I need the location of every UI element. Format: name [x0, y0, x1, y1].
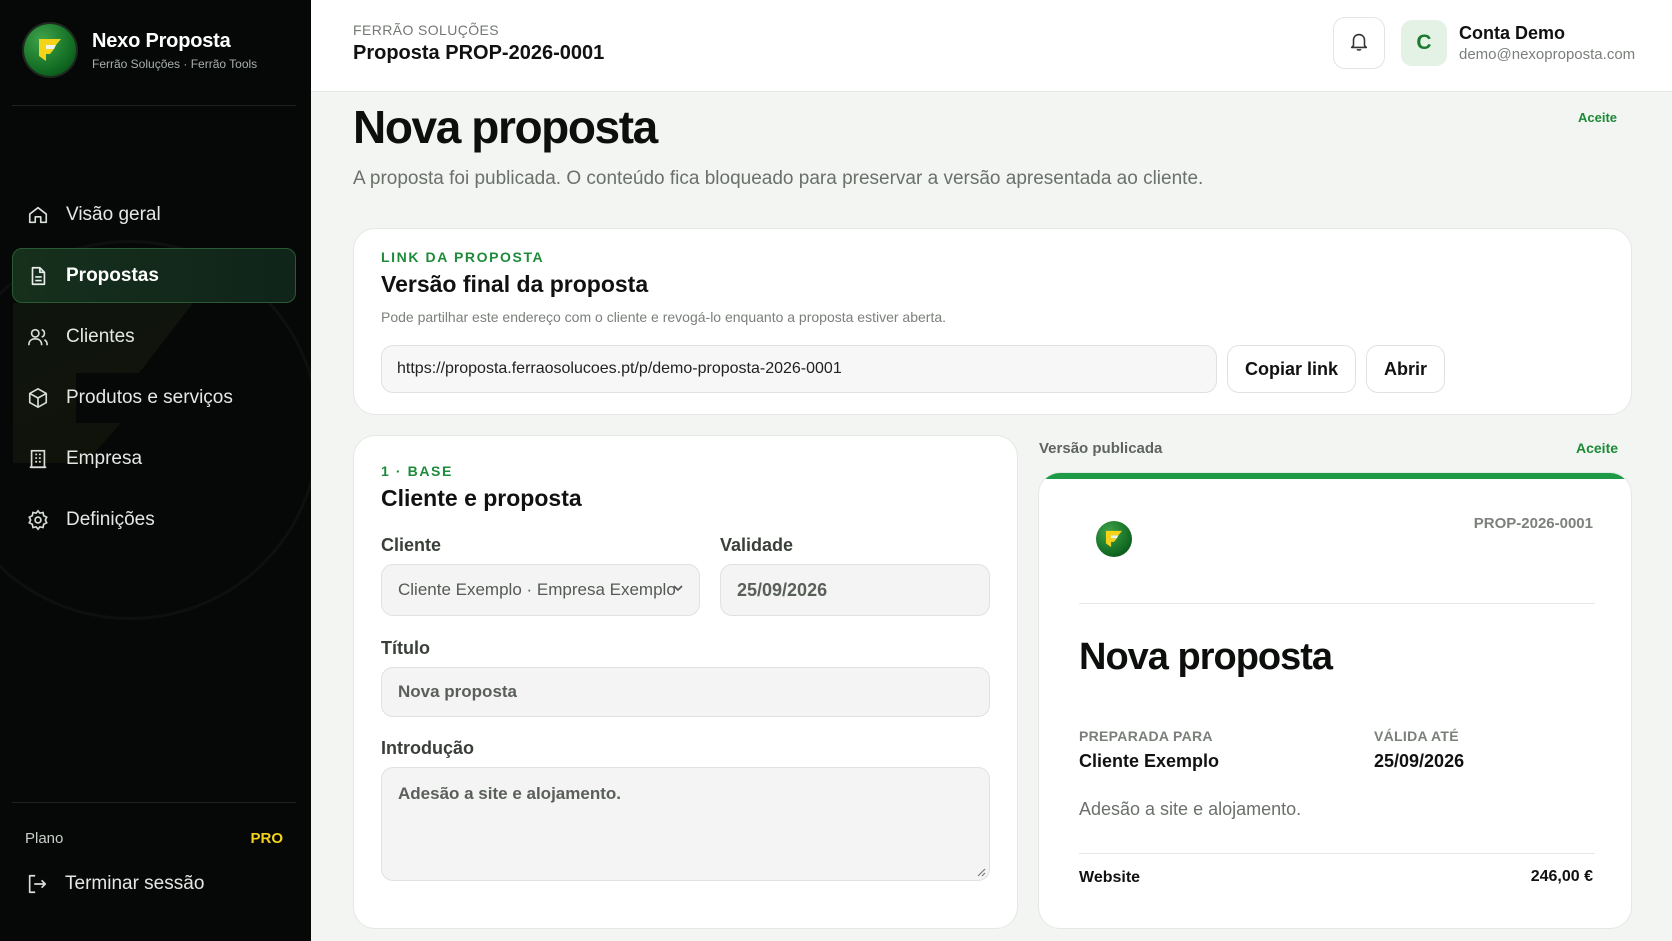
header-proposal-title: Proposta PROP-2026-0001 [353, 42, 605, 64]
document-icon [26, 264, 50, 288]
sidebar-item-label: Propostas [66, 264, 159, 286]
preview-divider [1079, 603, 1595, 604]
proposal-url-input[interactable] [381, 345, 1217, 393]
brand-subtitle: Ferrão Soluções · Ferrão Tools [92, 56, 258, 71]
plan-info: Plano PRO [25, 830, 283, 847]
status-badge: Aceite [1578, 110, 1618, 125]
gear-icon [26, 508, 50, 532]
sidebar-item-label: Clientes [66, 325, 135, 347]
sidebar-item-definicoes[interactable]: Definições [12, 492, 296, 547]
prepared-for-label: PREPARADA PARA [1079, 728, 1213, 744]
sidebar-item-propostas[interactable]: Propostas [12, 248, 296, 303]
link-row: Copiar link Abrir [381, 345, 1446, 393]
sidebar-item-visao-geral[interactable]: Visão geral [12, 187, 296, 242]
chevron-down-icon [671, 580, 685, 600]
validity-label: Validade [720, 535, 794, 555]
company-name: FERRÃO SOLUÇÕES [353, 22, 500, 38]
sidebar-item-produtos[interactable]: Produtos e serviços [12, 370, 296, 425]
page-subtitle: A proposta foi publicada. O conteúdo fic… [353, 168, 1204, 189]
intro-textarea[interactable]: Adesão a site e alojamento. [381, 767, 990, 881]
prepared-for-value: Cliente Exemplo [1079, 751, 1220, 771]
avatar[interactable]: C [1401, 20, 1447, 66]
base-card-eyebrow: 1 · BASE [381, 463, 453, 479]
copy-link-button[interactable]: Copiar link [1227, 345, 1357, 393]
sidebar-item-empresa[interactable]: Empresa [12, 431, 296, 486]
brand-title: Nexo Proposta [92, 29, 231, 52]
logout-button[interactable]: Terminar sessão [25, 872, 204, 896]
logout-icon [25, 872, 49, 896]
page-title: Nova proposta [353, 101, 658, 153]
sidebar-divider [12, 105, 296, 106]
title-label: Título [381, 638, 430, 658]
intro-textarea-value: Adesão a site e alojamento. [398, 784, 621, 803]
intro-label: Introdução [381, 738, 474, 758]
sidebar: Nexo Proposta Ferrão Soluções · Ferrão T… [0, 0, 311, 941]
valid-until-label: VÁLIDA ATÉ [1374, 728, 1459, 744]
preview-divider [1079, 853, 1595, 854]
preview-logo-icon [1096, 521, 1132, 557]
brand-logo-icon [24, 24, 76, 76]
client-label: Cliente [381, 535, 442, 555]
preview-status-badge: Aceite [1576, 440, 1619, 456]
sidebar-item-label: Empresa [66, 447, 143, 469]
brand[interactable]: Nexo Proposta Ferrão Soluções · Ferrão T… [24, 24, 257, 76]
sidebar-nav: Visão geral Propostas Clientes Produtos … [12, 187, 296, 553]
box-icon [26, 386, 50, 410]
home-icon [26, 203, 50, 227]
open-link-button[interactable]: Abrir [1366, 345, 1446, 393]
bell-icon [1348, 30, 1370, 57]
title-field[interactable]: Nova proposta [381, 667, 990, 717]
logout-label: Terminar sessão [65, 873, 205, 894]
base-card: 1 · BASE Cliente e proposta Cliente Clie… [353, 435, 1018, 929]
link-card-description: Pode partilhar este endereço com o clien… [381, 309, 947, 325]
preview-accent-bar [1039, 473, 1631, 479]
resize-handle-icon[interactable] [976, 867, 986, 877]
client-select[interactable]: Cliente Exemplo · Empresa Exemplo [381, 564, 700, 616]
sidebar-item-label: Definições [66, 508, 155, 530]
sidebar-divider [12, 802, 296, 803]
preview-title: Nova proposta [1079, 636, 1333, 678]
preview-intro: Adesão a site e alojamento. [1079, 799, 1302, 819]
link-card-eyebrow: LINK DA PROPOSTA [381, 249, 545, 265]
preview-item-name: Website [1079, 869, 1141, 886]
validity-field[interactable]: 25/09/2026 [720, 564, 990, 616]
user-email: demo@nexoproposta.com [1459, 46, 1636, 63]
plan-badge: PRO [250, 830, 283, 847]
preview-item-price: 246,00 € [1530, 868, 1593, 885]
plan-label: Plano [25, 830, 64, 847]
sidebar-item-label: Produtos e serviços [66, 386, 233, 408]
published-preview: PROP-2026-0001 Nova proposta PREPARADA P… [1038, 472, 1632, 929]
notifications-button[interactable] [1333, 17, 1385, 69]
valid-until-value: 25/09/2026 [1374, 751, 1465, 771]
preview-proposal-id: PROP-2026-0001 [1473, 515, 1593, 532]
users-icon [26, 325, 50, 349]
link-card-title: Versão final da proposta [381, 271, 649, 297]
base-card-title: Cliente e proposta [381, 485, 582, 511]
top-header: FERRÃO SOLUÇÕES Proposta PROP-2026-0001 … [311, 0, 1672, 92]
sidebar-item-label: Visão geral [66, 203, 161, 225]
client-select-value: Cliente Exemplo · Empresa Exemplo [398, 580, 676, 599]
sidebar-item-clientes[interactable]: Clientes [12, 309, 296, 364]
proposal-link-card: LINK DA PROPOSTA Versão final da propost… [353, 228, 1632, 415]
user-name: Conta Demo [1459, 23, 1566, 43]
published-version-label: Versão publicada [1039, 440, 1163, 457]
building-icon [26, 447, 50, 471]
